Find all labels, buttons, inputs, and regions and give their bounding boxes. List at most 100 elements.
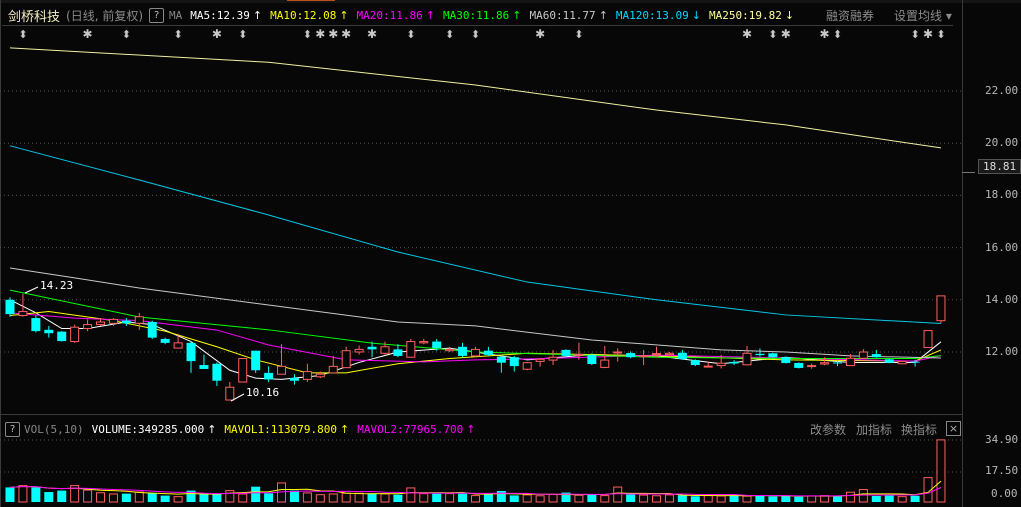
candle-body-down xyxy=(367,346,377,350)
high-price-annotation: 14.23 xyxy=(40,279,74,292)
candle-body-up xyxy=(134,316,144,324)
candle-body-down xyxy=(57,331,67,342)
volume-bar-up xyxy=(328,493,338,503)
volume-bar-down xyxy=(121,493,131,502)
set-ma-dropdown[interactable]: 设置均线 ▾ xyxy=(894,7,952,24)
volume-bar-up xyxy=(716,495,726,503)
candle-body-up xyxy=(96,321,106,326)
candle-body-up xyxy=(820,362,830,365)
price-tick-label: 22.00 xyxy=(985,84,1019,97)
volume-value-volume: VOLUME:349285.000 xyxy=(91,422,205,436)
candle-body-up xyxy=(328,365,338,374)
candle-body-down xyxy=(199,365,209,369)
volume-bar-up xyxy=(845,491,855,503)
event-star-icon: ✱ xyxy=(341,27,351,41)
switch-indicator-button[interactable]: 换指标 xyxy=(901,421,937,438)
volume-bar-up xyxy=(108,493,118,503)
info-arrow-icon: ⬍ xyxy=(173,28,182,41)
margin-trading-button[interactable]: 融资融券 xyxy=(826,7,874,24)
candle-body-up xyxy=(445,348,455,352)
volume-bar-down xyxy=(871,495,881,502)
candle-body-down xyxy=(561,349,571,356)
candle-body-down xyxy=(393,349,403,356)
volume-bar-down xyxy=(794,496,804,502)
candle-body-down xyxy=(31,318,41,332)
main-chart-header: 剑桥科技 (日线, 前复权) ? MA MA5:12.39 ↑ MA10:12.08… xyxy=(8,6,795,25)
candle-body-up xyxy=(380,346,390,354)
volume-bar-down xyxy=(781,495,791,502)
volume-bar-up xyxy=(548,494,558,503)
ma-value-ma120: MA120:13.09 xyxy=(615,8,689,22)
candle-body-up xyxy=(302,371,312,380)
candle-body-up xyxy=(173,342,183,349)
price-tick-label: 12.00 xyxy=(985,345,1019,358)
ma-value-ma20: MA20:11.86 xyxy=(356,8,423,22)
volume-bar-down xyxy=(509,495,519,502)
candle-body-up xyxy=(652,353,661,356)
current-price-label: 18.81 xyxy=(978,159,1021,174)
candle-body-up xyxy=(419,341,429,344)
ma-line-ma60 xyxy=(9,267,941,359)
candle-body-up xyxy=(108,318,118,324)
candle-body-up xyxy=(936,295,946,322)
candle-body-down xyxy=(160,338,170,343)
volume-value-mavol2: MAVOL2:77965.700 xyxy=(357,422,464,436)
candle-body-up xyxy=(742,352,752,366)
arrow-up-icon: ↑ xyxy=(425,8,435,22)
price-tick-label: 18.00 xyxy=(985,188,1019,202)
volume-bar-down xyxy=(264,493,274,502)
volume-bar-up xyxy=(445,493,455,503)
volume-bar-up xyxy=(639,494,649,503)
candle-body-down xyxy=(729,361,739,364)
arrow-up-icon: ↑ xyxy=(598,8,608,22)
period-label[interactable]: (日线, 前复权) xyxy=(66,7,143,24)
volume-bar-up xyxy=(470,495,480,503)
event-star-icon: ✱ xyxy=(212,27,222,41)
volume-bar-down xyxy=(483,493,493,502)
candle-body-up xyxy=(600,359,610,368)
arrow-down-icon: ↓ xyxy=(784,8,795,22)
volume-bar-up xyxy=(858,489,868,503)
close-indicator-button[interactable]: × xyxy=(946,421,961,436)
volume-bar-up xyxy=(341,492,351,503)
price-tick-label: 14.00 xyxy=(985,292,1019,306)
volume-bar-up xyxy=(742,495,752,503)
candle-body-up xyxy=(807,365,817,368)
volume-tick-label: 0.00 xyxy=(991,487,1018,500)
candle-body-up xyxy=(354,348,364,353)
volume-bar-up xyxy=(936,439,946,503)
arrow-up-icon: ↑ xyxy=(252,8,263,22)
arrow-up-icon: ↑ xyxy=(207,422,217,436)
arrow-up-icon: ↑ xyxy=(339,8,349,22)
candle-body-down xyxy=(432,341,442,349)
candle-body-down xyxy=(44,329,54,334)
event-star-icon: ✱ xyxy=(535,27,545,41)
candle-body-down xyxy=(755,353,765,356)
change-params-button[interactable]: 改参数 xyxy=(810,421,846,438)
arrow-up-icon: ↑ xyxy=(512,8,522,22)
event-star-icon: ✱ xyxy=(742,27,752,41)
volume-indicator-label[interactable]: VOL(5,10) xyxy=(24,423,84,436)
candle-body-up xyxy=(548,356,558,361)
candle-body-up xyxy=(923,330,933,349)
ma-value-ma250: MA250:19.82 xyxy=(708,8,782,22)
help-button[interactable]: ? xyxy=(149,7,165,23)
candle-body-up xyxy=(83,324,93,330)
volume-bar-up xyxy=(302,492,312,503)
candle-body-down xyxy=(833,362,843,364)
candle-body-up xyxy=(858,351,868,359)
event-star-icon: ✱ xyxy=(83,27,93,41)
volume-bar-down xyxy=(496,490,506,502)
candle-body-up xyxy=(716,362,726,367)
volume-bar-down xyxy=(251,486,261,502)
volume-bar-up xyxy=(574,494,584,503)
candle-body-up xyxy=(664,352,674,356)
event-star-icon: ✱ xyxy=(781,27,791,41)
candle-body-down xyxy=(147,321,157,338)
add-indicator-button[interactable]: 加指标 xyxy=(856,421,892,438)
volume-help-button[interactable]: ? xyxy=(5,421,20,437)
volume-bar-up xyxy=(173,496,183,503)
info-arrow-icon: ⬍ xyxy=(833,28,842,41)
volume-tick-label: 17.50 xyxy=(985,464,1019,477)
candle-body-down xyxy=(264,372,274,380)
